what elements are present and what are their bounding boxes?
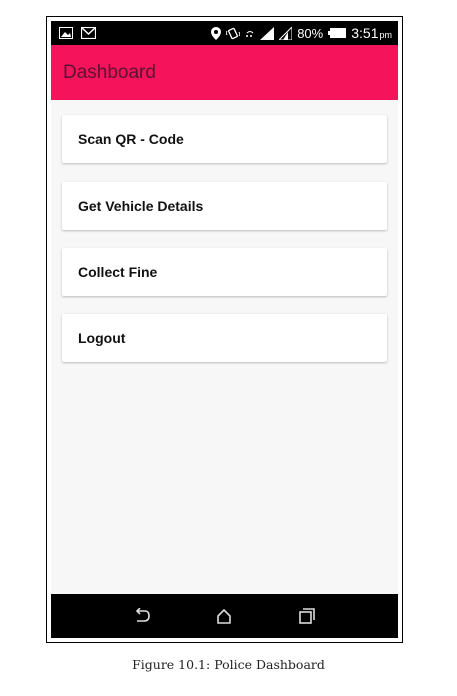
- battery-icon: [328, 28, 347, 38]
- signal-icon-2: [279, 26, 293, 40]
- status-bar: 80% 3:51pm: [51, 21, 398, 45]
- phone-screen: 80% 3:51pm Dashboard Scan QR - Code Get …: [51, 21, 398, 638]
- figure-caption: Figure 10.1: Police Dashboard: [132, 657, 325, 672]
- clock-time: 3:51: [351, 25, 379, 41]
- image-icon: [59, 27, 73, 39]
- navigation-bar: [51, 594, 398, 638]
- dashboard-content: Scan QR - Code Get Vehicle Details Colle…: [51, 100, 398, 594]
- phone-frame: 80% 3:51pm Dashboard Scan QR - Code Get …: [46, 16, 403, 643]
- back-icon[interactable]: [127, 601, 157, 631]
- battery-percent: 80%: [297, 25, 324, 41]
- location-icon: [211, 26, 222, 40]
- scan-qr-code-button[interactable]: Scan QR - Code: [62, 115, 387, 163]
- signal-icon: [260, 26, 275, 40]
- wifi-icon: [245, 28, 255, 38]
- page-title: Dashboard: [63, 61, 156, 83]
- home-icon[interactable]: [209, 601, 239, 631]
- vibrate-icon: [226, 27, 241, 40]
- logout-button[interactable]: Logout: [62, 314, 387, 362]
- gmail-icon: [81, 27, 96, 39]
- clock-ampm: pm: [379, 30, 392, 40]
- recents-icon[interactable]: [292, 601, 322, 631]
- app-bar: Dashboard: [51, 45, 398, 100]
- collect-fine-button[interactable]: Collect Fine: [62, 248, 387, 296]
- get-vehicle-details-button[interactable]: Get Vehicle Details: [62, 182, 387, 230]
